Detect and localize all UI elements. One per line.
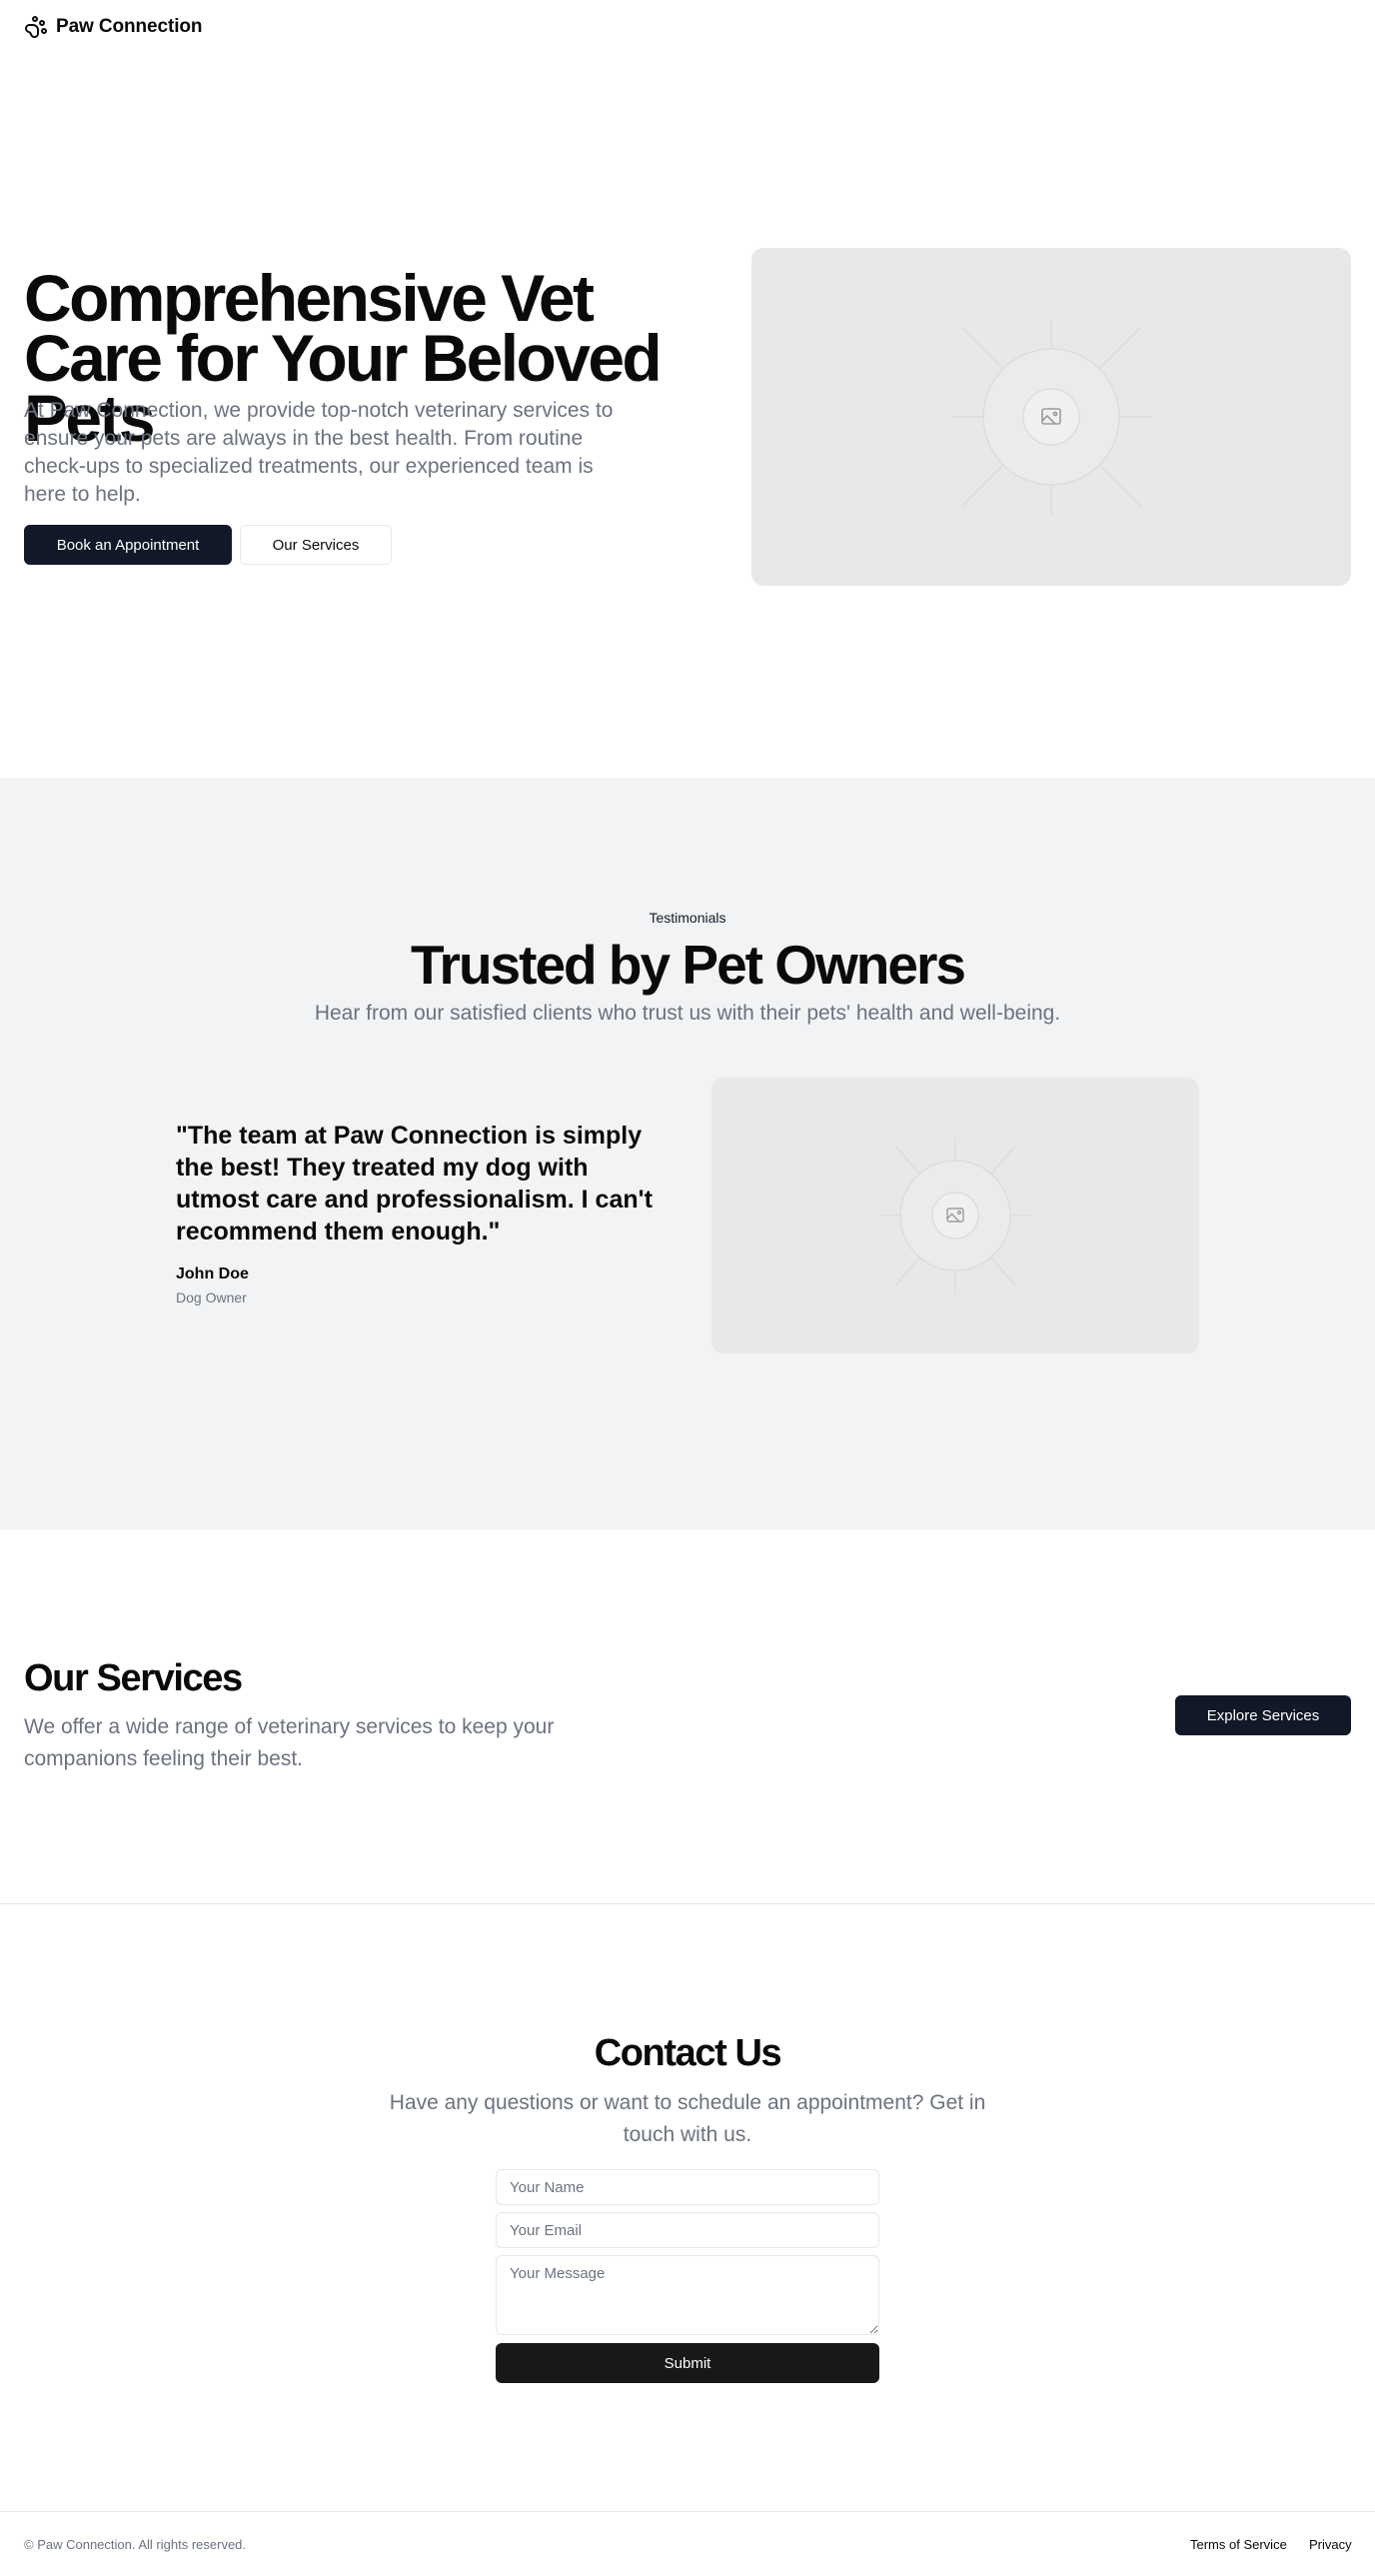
contact-title: Contact Us [594,2032,782,2074]
brand-name[interactable]: Paw Connection [56,16,202,38]
services-title: Our Services [24,1657,243,1699]
services-description: We offer a wide range of veterinary serv… [24,1715,555,1770]
section-divider [0,1903,1375,1904]
terms-of-service-link[interactable]: Terms of Service [1190,2537,1287,2552]
testimonials-subtitle: Hear from our satisfied clients who trus… [314,1002,1061,1025]
image-placeholder-icon [951,318,1151,516]
testimonial-quote: "The team at Paw Connection is simply th… [176,1122,653,1246]
footer-divider [0,2511,1375,2512]
hero-description: At Paw Connection, we provide top-notch … [24,399,614,506]
submit-button[interactable]: Submit [496,2343,879,2383]
site-header: Paw Connection [24,14,202,40]
copyright-text: © Paw Connection. All rights reserved. [24,2537,247,2552]
testimonial-author-role: Dog Owner [176,1289,247,1305]
email-input[interactable] [496,2212,879,2248]
testimonial-image [711,1078,1199,1353]
image-placeholder-icon [879,1138,1031,1293]
name-input[interactable] [496,2169,879,2205]
testimonials-title: Trusted by Pet Owners [410,934,966,996]
our-services-button[interactable]: Our Services [240,525,392,565]
hero-image [751,248,1351,586]
testimonials-eyebrow: Testimonials [649,910,726,926]
privacy-link[interactable]: Privacy [1309,2537,1352,2552]
paw-icon[interactable] [24,15,48,39]
book-appointment-button[interactable]: Book an Appointment [24,525,232,565]
message-textarea[interactable] [496,2255,879,2335]
contact-subtitle: Have any questions or want to schedule a… [389,2091,986,2146]
explore-services-button[interactable]: Explore Services [1175,1695,1351,1735]
testimonial-author: John Doe [176,1266,249,1283]
